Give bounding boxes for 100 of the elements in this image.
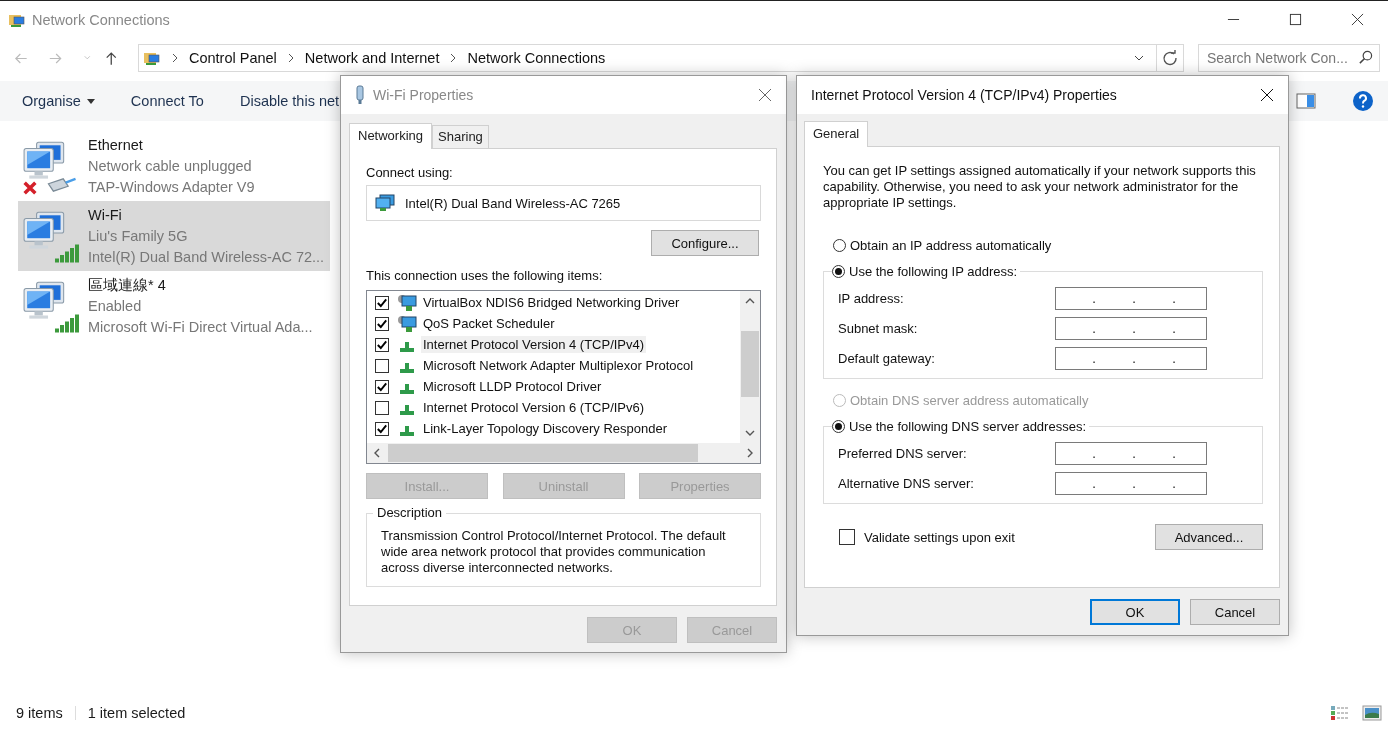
close-icon[interactable] <box>1351 13 1364 26</box>
close-icon[interactable] <box>1260 88 1274 102</box>
scroll-left-icon[interactable] <box>374 448 380 458</box>
tab[interactable]: Networking <box>349 123 433 149</box>
list-item[interactable]: Link-Layer Topology Discovery Responder <box>421 420 669 437</box>
network-folder-icon <box>143 50 161 66</box>
dialog-title: Wi-Fi Properties <box>373 87 474 103</box>
checkbox[interactable] <box>375 421 389 436</box>
ip-address-field[interactable]: . . . <box>1055 287 1207 310</box>
checkbox[interactable] <box>375 379 389 394</box>
ip-address-field[interactable]: . . . <box>1055 442 1207 465</box>
help-icon[interactable] <box>1352 90 1374 112</box>
caret-icon <box>86 98 95 104</box>
preview-pane-icon[interactable] <box>1296 93 1316 109</box>
list-item[interactable]: Internet Protocol Version 6 (TCP/IPv6) <box>421 399 647 416</box>
checkbox[interactable] <box>375 400 389 415</box>
connection-status: Network cable unplugged <box>88 156 253 176</box>
tab[interactable]: Sharing <box>432 125 489 148</box>
adapter-name: Microsoft Wi-Fi Direct Virtual Ada... <box>88 317 313 337</box>
field-label: Alternative DNS server: <box>838 476 974 491</box>
dialog-title: Internet Protocol Version 4 (TCP/IPv4) Properties <box>811 87 1117 103</box>
field-label: Preferred DNS server: <box>838 446 967 461</box>
ip-address-field[interactable]: . . . <box>1055 317 1207 340</box>
dialog-button[interactable]: OK <box>1090 599 1180 625</box>
checkbox[interactable] <box>375 316 389 331</box>
field-label: IP address: <box>838 291 904 306</box>
maximize-icon[interactable] <box>1289 13 1302 26</box>
scrollbar-thumb[interactable] <box>741 331 759 397</box>
checkbox[interactable] <box>839 529 855 545</box>
breadcrumb-link[interactable]: Control Panel <box>189 50 277 66</box>
connection-item[interactable]: 區域連線* 4 Enabled Microsoft Wi-Fi Direct Virtual Ada... <box>18 271 330 341</box>
checkbox[interactable] <box>375 295 389 310</box>
list-item[interactable]: Internet Protocol Version 4 (TCP/IPv4) <box>421 336 647 353</box>
protocol-icon <box>400 404 414 415</box>
chevron-down-icon[interactable] <box>1134 53 1144 63</box>
signal-bars-icon <box>54 312 80 333</box>
scroll-down-icon[interactable] <box>745 430 755 436</box>
adapter-name: TAP-Windows Adapter V9 <box>88 177 255 197</box>
radio-label: Obtain DNS server address automatically <box>850 393 1089 408</box>
toolbar-command[interactable]: Disable this net <box>239 93 340 109</box>
section-label: Connect using: <box>366 165 454 180</box>
radio-button[interactable] <box>832 265 845 278</box>
scrollbar-thumb[interactable] <box>388 444 698 462</box>
toolbar-command[interactable]: Organise <box>22 93 95 109</box>
radio-button[interactable] <box>832 420 845 433</box>
adapter-name: Intel(R) Dual Band Wireless-AC 72... <box>88 247 325 267</box>
breadcrumb-link[interactable]: Network Connections <box>467 50 606 66</box>
field-label: Default gateway: <box>838 351 935 366</box>
chevron-right-icon[interactable] <box>286 53 295 63</box>
search-field[interactable]: Search Network Con... <box>1198 44 1380 72</box>
details-view-icon[interactable] <box>1330 705 1350 721</box>
field-label: Subnet mask: <box>838 321 918 336</box>
chevron-right-icon[interactable] <box>449 53 458 63</box>
selection-count: 1 item selected <box>87 705 186 721</box>
cable-plug-icon <box>46 176 78 194</box>
wireless-adapter-icon <box>355 85 365 105</box>
ip-address-field[interactable]: . . . <box>1055 347 1207 370</box>
section-label: This connection uses the following items: <box>366 268 604 283</box>
address-bar[interactable]: Control Panel Network and Internet Network Connections <box>138 44 1184 72</box>
advanced-button[interactable]: Advanced... <box>1155 524 1263 550</box>
network-adapter-icon <box>375 194 395 212</box>
connection-item[interactable]: Wi-Fi Liu's Family 5G Intel(R) Dual Band Wireless-AC 72... <box>18 201 330 271</box>
search-icon[interactable] <box>1358 50 1373 65</box>
protocol-icon <box>400 425 414 436</box>
group-label: Description <box>373 505 447 520</box>
configure-button[interactable]: Configure... <box>651 230 759 256</box>
error-cross-icon <box>22 180 38 196</box>
radio-label: Use the following DNS server addresses: <box>849 419 1086 434</box>
toolbar-command[interactable]: Connect To <box>130 93 204 109</box>
list-item[interactable]: Microsoft LLDP Protocol Driver <box>421 378 604 395</box>
checkbox[interactable] <box>375 337 389 352</box>
checkbox[interactable] <box>375 358 389 373</box>
connection-item[interactable]: Ethernet Network cable unplugged TAP-Windows Adapter V9 <box>18 131 330 201</box>
service-icon <box>397 314 417 333</box>
scroll-right-icon[interactable] <box>747 448 753 458</box>
list-item[interactable]: QoS Packet Scheduler <box>421 315 557 332</box>
connection-name: 區域連線* 4 <box>88 275 167 295</box>
refresh-icon[interactable] <box>1162 50 1178 66</box>
list-item[interactable]: VirtualBox NDIS6 Bridged Networking Driver <box>421 294 682 311</box>
protocol-icon <box>400 383 414 394</box>
radio-label: Use the following IP address: <box>849 264 1018 279</box>
ip-address-field[interactable]: . . . <box>1055 472 1207 495</box>
checkbox-label: Validate settings upon exit <box>864 529 1015 545</box>
protocol-icon <box>400 362 414 373</box>
chevron-right-icon[interactable] <box>171 53 179 63</box>
protocol-icon <box>400 341 414 352</box>
item-count: 9 items <box>16 705 63 721</box>
connection-status: Liu's Family 5G <box>88 226 189 246</box>
large-icons-view-icon[interactable] <box>1362 705 1382 721</box>
radio-label: Obtain an IP address automatically <box>850 238 1052 253</box>
signal-bars-icon <box>54 242 80 263</box>
breadcrumb-link[interactable]: Network and Internet <box>304 50 440 66</box>
scroll-up-icon[interactable] <box>745 298 755 304</box>
dialog-button[interactable]: Cancel <box>1190 599 1280 625</box>
connection-name: Wi-Fi <box>88 205 123 225</box>
adapter-field: Intel(R) Dual Band Wireless-AC 7265 <box>366 185 761 221</box>
window-title: Network Connections <box>32 11 170 28</box>
list-item[interactable]: Microsoft Network Adapter Multiplexor Protocol <box>421 357 696 374</box>
radio-button[interactable] <box>833 239 846 252</box>
tab[interactable]: General <box>804 121 869 147</box>
